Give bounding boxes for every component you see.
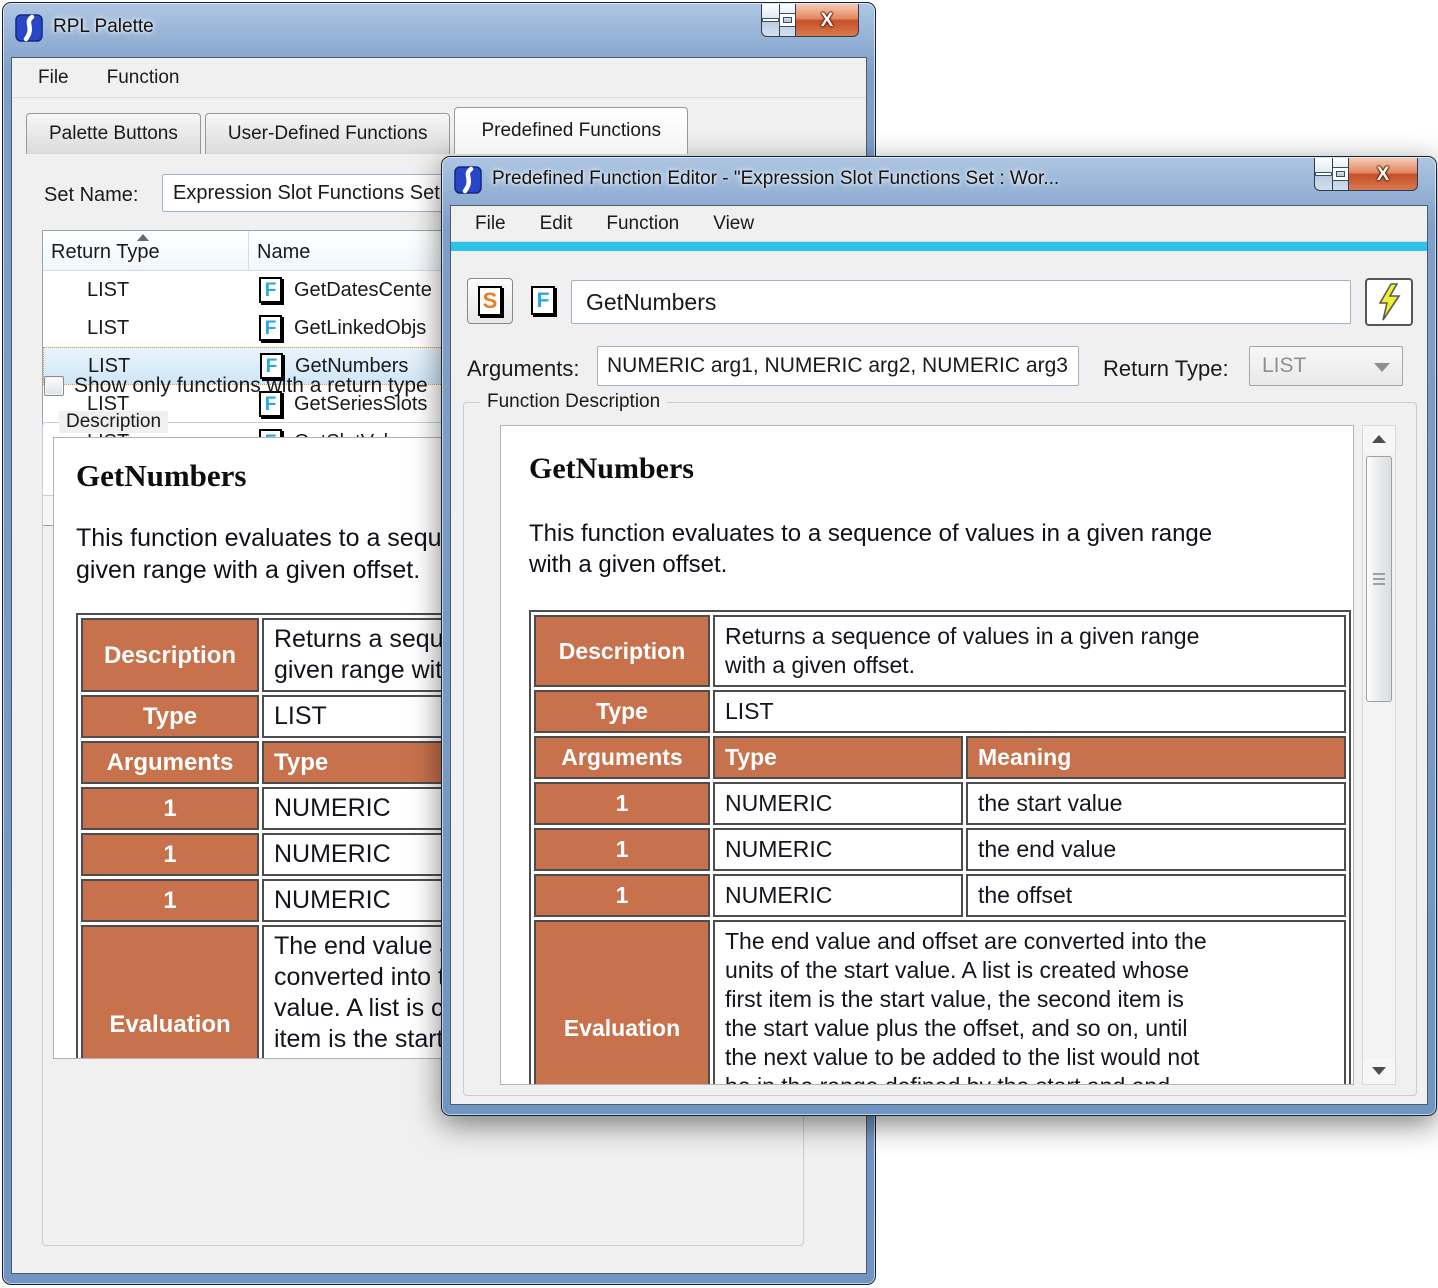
close-icon: X: [821, 11, 834, 30]
editor-titlebar[interactable]: Predefined Function Editor - "Expression…: [442, 157, 1436, 207]
arguments-label: Arguments:: [467, 356, 580, 382]
editor-window-title: Predefined Function Editor - "Expression…: [492, 168, 1059, 190]
function-icon: F: [259, 315, 282, 341]
lightning-bolt-icon: [1375, 283, 1403, 321]
predefined-function-editor-window: Predefined Function Editor - "Expression…: [441, 156, 1437, 1116]
maximize-icon: [780, 14, 795, 26]
palette-tabbar: Palette Buttons User-Defined Functions P…: [26, 104, 692, 154]
function-description-group-label: Function Description: [480, 391, 667, 413]
chevron-down-icon: [1374, 363, 1390, 372]
description-group-label: Description: [59, 411, 168, 433]
function-description-groupbox: Function Description GetNumbers This fun…: [463, 402, 1417, 1096]
close-icon: X: [1377, 165, 1390, 184]
palette-window-title: RPL Palette: [53, 16, 154, 38]
table-row: Type LIST: [534, 690, 1346, 733]
vertical-scrollbar-thumb[interactable]: [1366, 456, 1392, 702]
palette-menubar: File Function: [12, 58, 866, 98]
table-row: Arguments Type Meaning: [534, 736, 1346, 779]
table-row: 1 NUMERIC the end value: [534, 828, 1346, 871]
function-summary: This function evaluates to a sequence of…: [529, 518, 1353, 580]
riverware-logo-icon: [15, 14, 43, 42]
function-name-field[interactable]: GetNumbers: [571, 280, 1351, 324]
minimize-icon: [1315, 172, 1332, 176]
vertical-scrollbar[interactable]: [1362, 425, 1396, 1085]
function-icon: F: [259, 277, 282, 303]
function-description-content: GetNumbers This function evaluates to a …: [529, 452, 1353, 1084]
maximize-icon: [1333, 168, 1348, 180]
return-type-label: Return Type:: [1103, 356, 1229, 382]
minimize-icon: [762, 18, 779, 22]
desktop: RPL Palette X File Function Palette Butt…: [0, 0, 1438, 1288]
arguments-field[interactable]: NUMERIC arg1, NUMERIC arg2, NUMERIC arg3: [597, 346, 1079, 386]
scroll-up-button[interactable]: [1363, 426, 1395, 452]
tab-predefined-functions[interactable]: Predefined Functions: [454, 107, 688, 154]
toolbar-accent-strip: [451, 242, 1427, 251]
menu-edit[interactable]: Edit: [528, 208, 585, 240]
tab-user-defined-functions[interactable]: User-Defined Functions: [205, 113, 451, 154]
set-icon: S: [478, 286, 502, 316]
menu-view[interactable]: View: [701, 208, 766, 240]
palette-titlebar[interactable]: RPL Palette X: [3, 3, 875, 53]
function-description-viewport: GetNumbers This function evaluates to a …: [500, 425, 1354, 1085]
scroll-up-icon: [1372, 435, 1386, 443]
filter-checkbox-label: Show only functions with a return type: [74, 374, 428, 398]
table-row: Evaluation The end value and offset are …: [534, 920, 1346, 1085]
function-detail-table: Description Returns a sequence of values…: [529, 610, 1351, 1085]
menu-file[interactable]: File: [463, 208, 518, 240]
scroll-down-button[interactable]: [1363, 1058, 1395, 1084]
maximize-button[interactable]: [779, 4, 796, 37]
riverware-logo-icon: [454, 166, 482, 194]
filter-checkbox[interactable]: [44, 376, 64, 396]
minimize-button[interactable]: [1314, 158, 1333, 191]
close-button[interactable]: X: [1348, 158, 1418, 191]
column-header-name[interactable]: Name: [249, 231, 310, 270]
sort-ascending-icon: [137, 234, 149, 241]
maximize-button[interactable]: [1332, 158, 1349, 191]
close-button[interactable]: X: [795, 4, 859, 37]
table-row: 1 NUMERIC the offset: [534, 874, 1346, 917]
menu-function[interactable]: Function: [95, 62, 192, 94]
editor-client-area: File Edit Function View S F GetNumbers A…: [450, 205, 1428, 1105]
table-row: 1 NUMERIC the start value: [534, 782, 1346, 825]
function-icon: F: [531, 286, 555, 315]
minimize-button[interactable]: [761, 4, 780, 37]
column-header-return-type[interactable]: Return Type: [43, 231, 249, 270]
set-icon-button[interactable]: S: [467, 278, 513, 324]
set-name-label: Set Name:: [44, 184, 138, 207]
table-row: Description Returns a sequence of values…: [534, 615, 1346, 687]
scroll-down-icon: [1372, 1067, 1386, 1075]
menu-function[interactable]: Function: [594, 208, 691, 240]
tab-palette-buttons[interactable]: Palette Buttons: [26, 113, 201, 154]
return-type-dropdown[interactable]: LIST: [1249, 346, 1403, 386]
editor-menubar: File Edit Function View: [451, 206, 1427, 242]
function-heading: GetNumbers: [529, 452, 1353, 486]
evaluate-button[interactable]: [1365, 278, 1413, 326]
menu-file[interactable]: File: [26, 62, 81, 94]
